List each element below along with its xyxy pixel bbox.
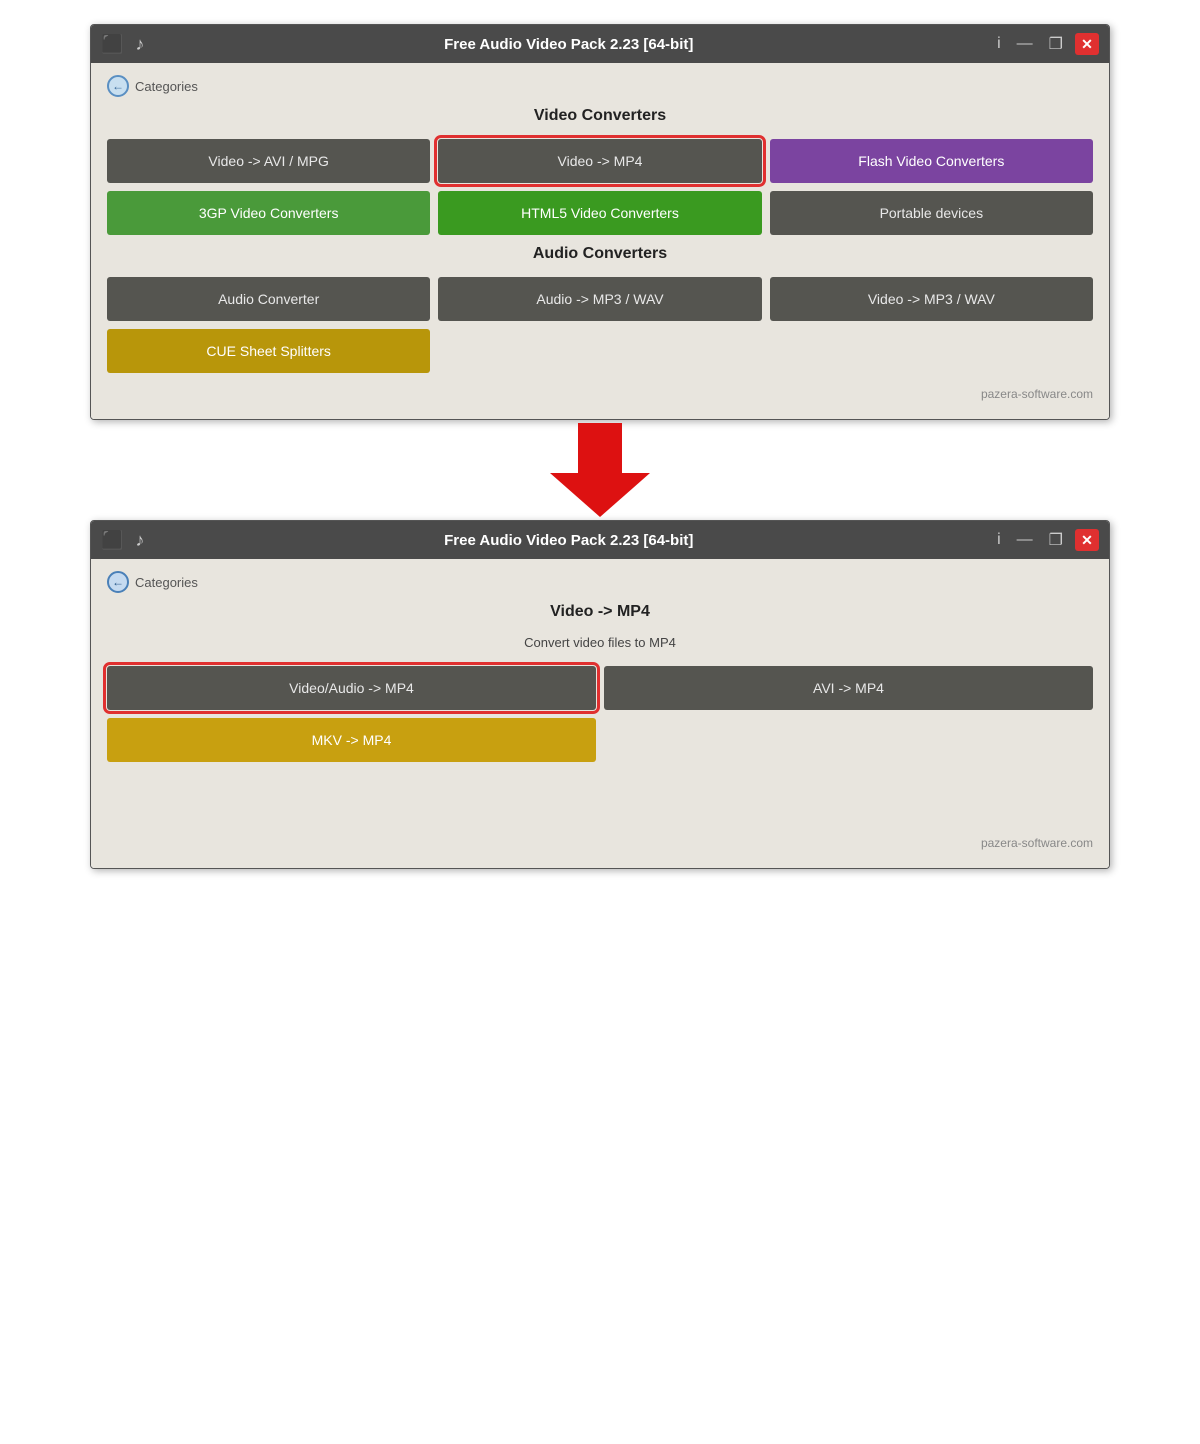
window-2-body: ← Categories Video -> MP4 Convert video … (91, 559, 1109, 868)
down-arrow (550, 423, 650, 517)
audio-buttons-grid: Audio Converter Audio -> MP3 / WAV Video… (107, 277, 1093, 321)
window-1-body: ← Categories Video Converters Video -> A… (91, 63, 1109, 419)
audio-converter-button[interactable]: Audio Converter (107, 277, 430, 321)
watermark-1: pazera-software.com (107, 381, 1093, 403)
music-icon: ♪ (135, 35, 144, 53)
watermark-2: pazera-software.com (107, 830, 1093, 852)
back-button-1[interactable]: ← (107, 75, 129, 97)
mkv-mp4-button[interactable]: MKV -> MP4 (107, 718, 596, 762)
html5-video-button[interactable]: HTML5 Video Converters (438, 191, 761, 235)
minimize-button[interactable]: — (1013, 33, 1037, 55)
avi-mp4-button[interactable]: AVI -> MP4 (604, 666, 1093, 710)
window-2: ⬛ ♪ Free Audio Video Pack 2.23 [64-bit] … (90, 520, 1110, 869)
window-title-2: Free Audio Video Pack 2.23 [64-bit] (144, 532, 993, 549)
titlebar-left-icons: ⬛ ♪ (101, 35, 144, 53)
categories-nav-1: ← Categories (107, 75, 1093, 97)
cue-sheet-button[interactable]: CUE Sheet Splitters (107, 329, 430, 373)
titlebar-2: ⬛ ♪ Free Audio Video Pack 2.23 [64-bit] … (91, 521, 1109, 559)
audio-mp3-wav-button[interactable]: Audio -> MP3 / WAV (438, 277, 761, 321)
titlebar-left-icons-2: ⬛ ♪ (101, 531, 144, 549)
back-circle-icon-1: ← (107, 75, 129, 97)
info-button-2[interactable]: i (993, 529, 1005, 551)
video-mp4-button[interactable]: Video -> MP4 (438, 139, 761, 183)
arrow-head (550, 473, 650, 517)
minimize-button-2[interactable]: — (1013, 529, 1037, 551)
window-title-1: Free Audio Video Pack 2.23 [64-bit] (144, 36, 993, 53)
close-button[interactable]: ✕ (1075, 33, 1099, 55)
categories-nav-2: ← Categories (107, 571, 1093, 593)
film-icon-2: ⬛ (101, 531, 123, 549)
titlebar-controls-1: i — ❐ ✕ (993, 32, 1099, 56)
categories-label-1: Categories (135, 79, 198, 94)
film-icon: ⬛ (101, 35, 123, 53)
mp4-buttons-grid: Video/Audio -> MP4 AVI -> MP4 (107, 666, 1093, 710)
restore-button[interactable]: ❐ (1045, 32, 1067, 56)
video-mp4-section-title: Video -> MP4 (107, 603, 1093, 621)
video-avi-mpg-button[interactable]: Video -> AVI / MPG (107, 139, 430, 183)
video-converters-title: Video Converters (107, 107, 1093, 125)
close-button-2[interactable]: ✕ (1075, 529, 1099, 551)
window-1: ⬛ ♪ Free Audio Video Pack 2.23 [64-bit] … (90, 24, 1110, 420)
music-icon-2: ♪ (135, 531, 144, 549)
3gp-video-button[interactable]: 3GP Video Converters (107, 191, 430, 235)
video-mp3-wav-button[interactable]: Video -> MP3 / WAV (770, 277, 1093, 321)
video-buttons-grid: Video -> AVI / MPG Video -> MP4 Flash Vi… (107, 139, 1093, 235)
flash-video-button[interactable]: Flash Video Converters (770, 139, 1093, 183)
portable-devices-button[interactable]: Portable devices (770, 191, 1093, 235)
restore-button-2[interactable]: ❐ (1045, 528, 1067, 552)
audio-converters-title: Audio Converters (107, 245, 1093, 263)
categories-label-2: Categories (135, 575, 198, 590)
info-button[interactable]: i (993, 33, 1005, 55)
arrow-shaft (578, 423, 622, 473)
back-button-2[interactable]: ← (107, 571, 129, 593)
arrow-section (0, 420, 1200, 520)
back-circle-icon-2: ← (107, 571, 129, 593)
titlebar-1: ⬛ ♪ Free Audio Video Pack 2.23 [64-bit] … (91, 25, 1109, 63)
video-mp4-subtitle: Convert video files to MP4 (107, 635, 1093, 650)
video-audio-mp4-button[interactable]: Video/Audio -> MP4 (107, 666, 596, 710)
titlebar-controls-2: i — ❐ ✕ (993, 528, 1099, 552)
